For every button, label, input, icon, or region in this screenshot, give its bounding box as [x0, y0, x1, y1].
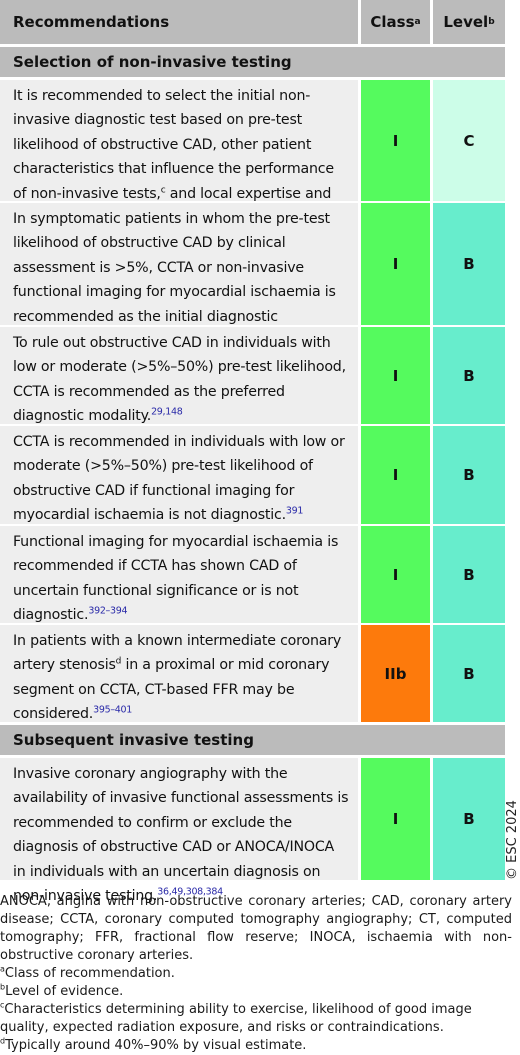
recommendation-text: To rule out obstructive CAD in individua…	[0, 327, 358, 424]
recommendation-text: It is recommended to select the initial …	[0, 80, 358, 226]
footnote: bLevel of evidence.	[0, 983, 512, 1001]
class-cell: I	[361, 758, 430, 880]
footnote-text: Typically around 40%–90% by visual estim…	[5, 1038, 307, 1053]
table-row: It is recommended to select the initial …	[0, 80, 505, 226]
header-class-label: Class	[370, 13, 415, 31]
recommendation-text: Invasive coronary angiography with the a…	[0, 758, 358, 904]
footnote: cCharacteristics determining ability to …	[0, 1001, 512, 1037]
footnote-text: Class of recommendation.	[4, 966, 175, 981]
level-cell: B	[433, 426, 505, 524]
class-cell: IIb	[361, 625, 430, 722]
level-cell: B	[433, 526, 505, 623]
recommendation-text: CCTA is recommended in individuals with …	[0, 426, 358, 524]
class-cell: I	[361, 80, 430, 201]
footnote: aClass of recommendation.	[0, 965, 512, 983]
section-header: Subsequent invasive testing	[0, 725, 505, 755]
recommendation-text: In symptomatic patients in whom the pre-…	[0, 203, 358, 349]
class-cell: I	[361, 426, 430, 524]
text-part: It is recommended to select the initial …	[13, 88, 334, 202]
class-cell: I	[361, 526, 430, 623]
text-part: Invasive coronary angiography with the a…	[13, 766, 349, 905]
level-cell: B	[433, 758, 505, 880]
abbreviations: ANOCA, angina with non-obstructive coron…	[0, 894, 512, 963]
header-level-label: Level	[443, 13, 489, 31]
class-cell: I	[361, 327, 430, 424]
level-cell: B	[433, 203, 505, 325]
table-header: Recommendations Class a Level b	[0, 0, 505, 44]
section-header: Selection of non-invasive testing	[0, 47, 505, 77]
table-row: In symptomatic patients in whom the pre-…	[0, 203, 505, 349]
copyright-notice: © ESC 2024	[505, 800, 520, 880]
footnote-text: Characteristics determining ability to e…	[0, 1002, 472, 1035]
header-recommendations-label: Recommendations	[13, 13, 170, 31]
table-row: Functional imaging for myocardial ischae…	[0, 526, 505, 623]
recommendations-table: Recommendations Class a Level b Selection …	[0, 0, 505, 904]
recommendation-text: Functional imaging for myocardial ischae…	[0, 526, 358, 623]
table-row: To rule out obstructive CAD in individua…	[0, 327, 505, 424]
footnote: dTypically around 40%–90% by visual esti…	[0, 1037, 512, 1055]
header-level: Level b	[433, 0, 505, 44]
text-part: Functional imaging for myocardial ischae…	[13, 534, 339, 624]
level-cell: B	[433, 327, 505, 424]
reference-link[interactable]: 391	[286, 505, 304, 516]
table-notes: ANOCA, angina with non-obstructive coron…	[0, 893, 512, 1055]
header-recommendations: Recommendations	[0, 0, 358, 44]
level-cell: C	[433, 80, 505, 201]
recommendation-text: In patients with a known intermediate co…	[0, 625, 358, 722]
class-cell: I	[361, 203, 430, 325]
header-class: Class a	[361, 0, 430, 44]
table-row: Invasive coronary angiography with the a…	[0, 758, 505, 904]
reference-link[interactable]: 392–394	[88, 605, 127, 616]
table-row: CCTA is recommended in individuals with …	[0, 426, 505, 524]
reference-link[interactable]: 395–401	[93, 704, 132, 715]
footnote-text: Level of evidence.	[5, 984, 124, 999]
table-row: In patients with a known intermediate co…	[0, 625, 505, 722]
reference-link[interactable]: 29,148	[151, 406, 183, 417]
level-cell: B	[433, 625, 505, 722]
